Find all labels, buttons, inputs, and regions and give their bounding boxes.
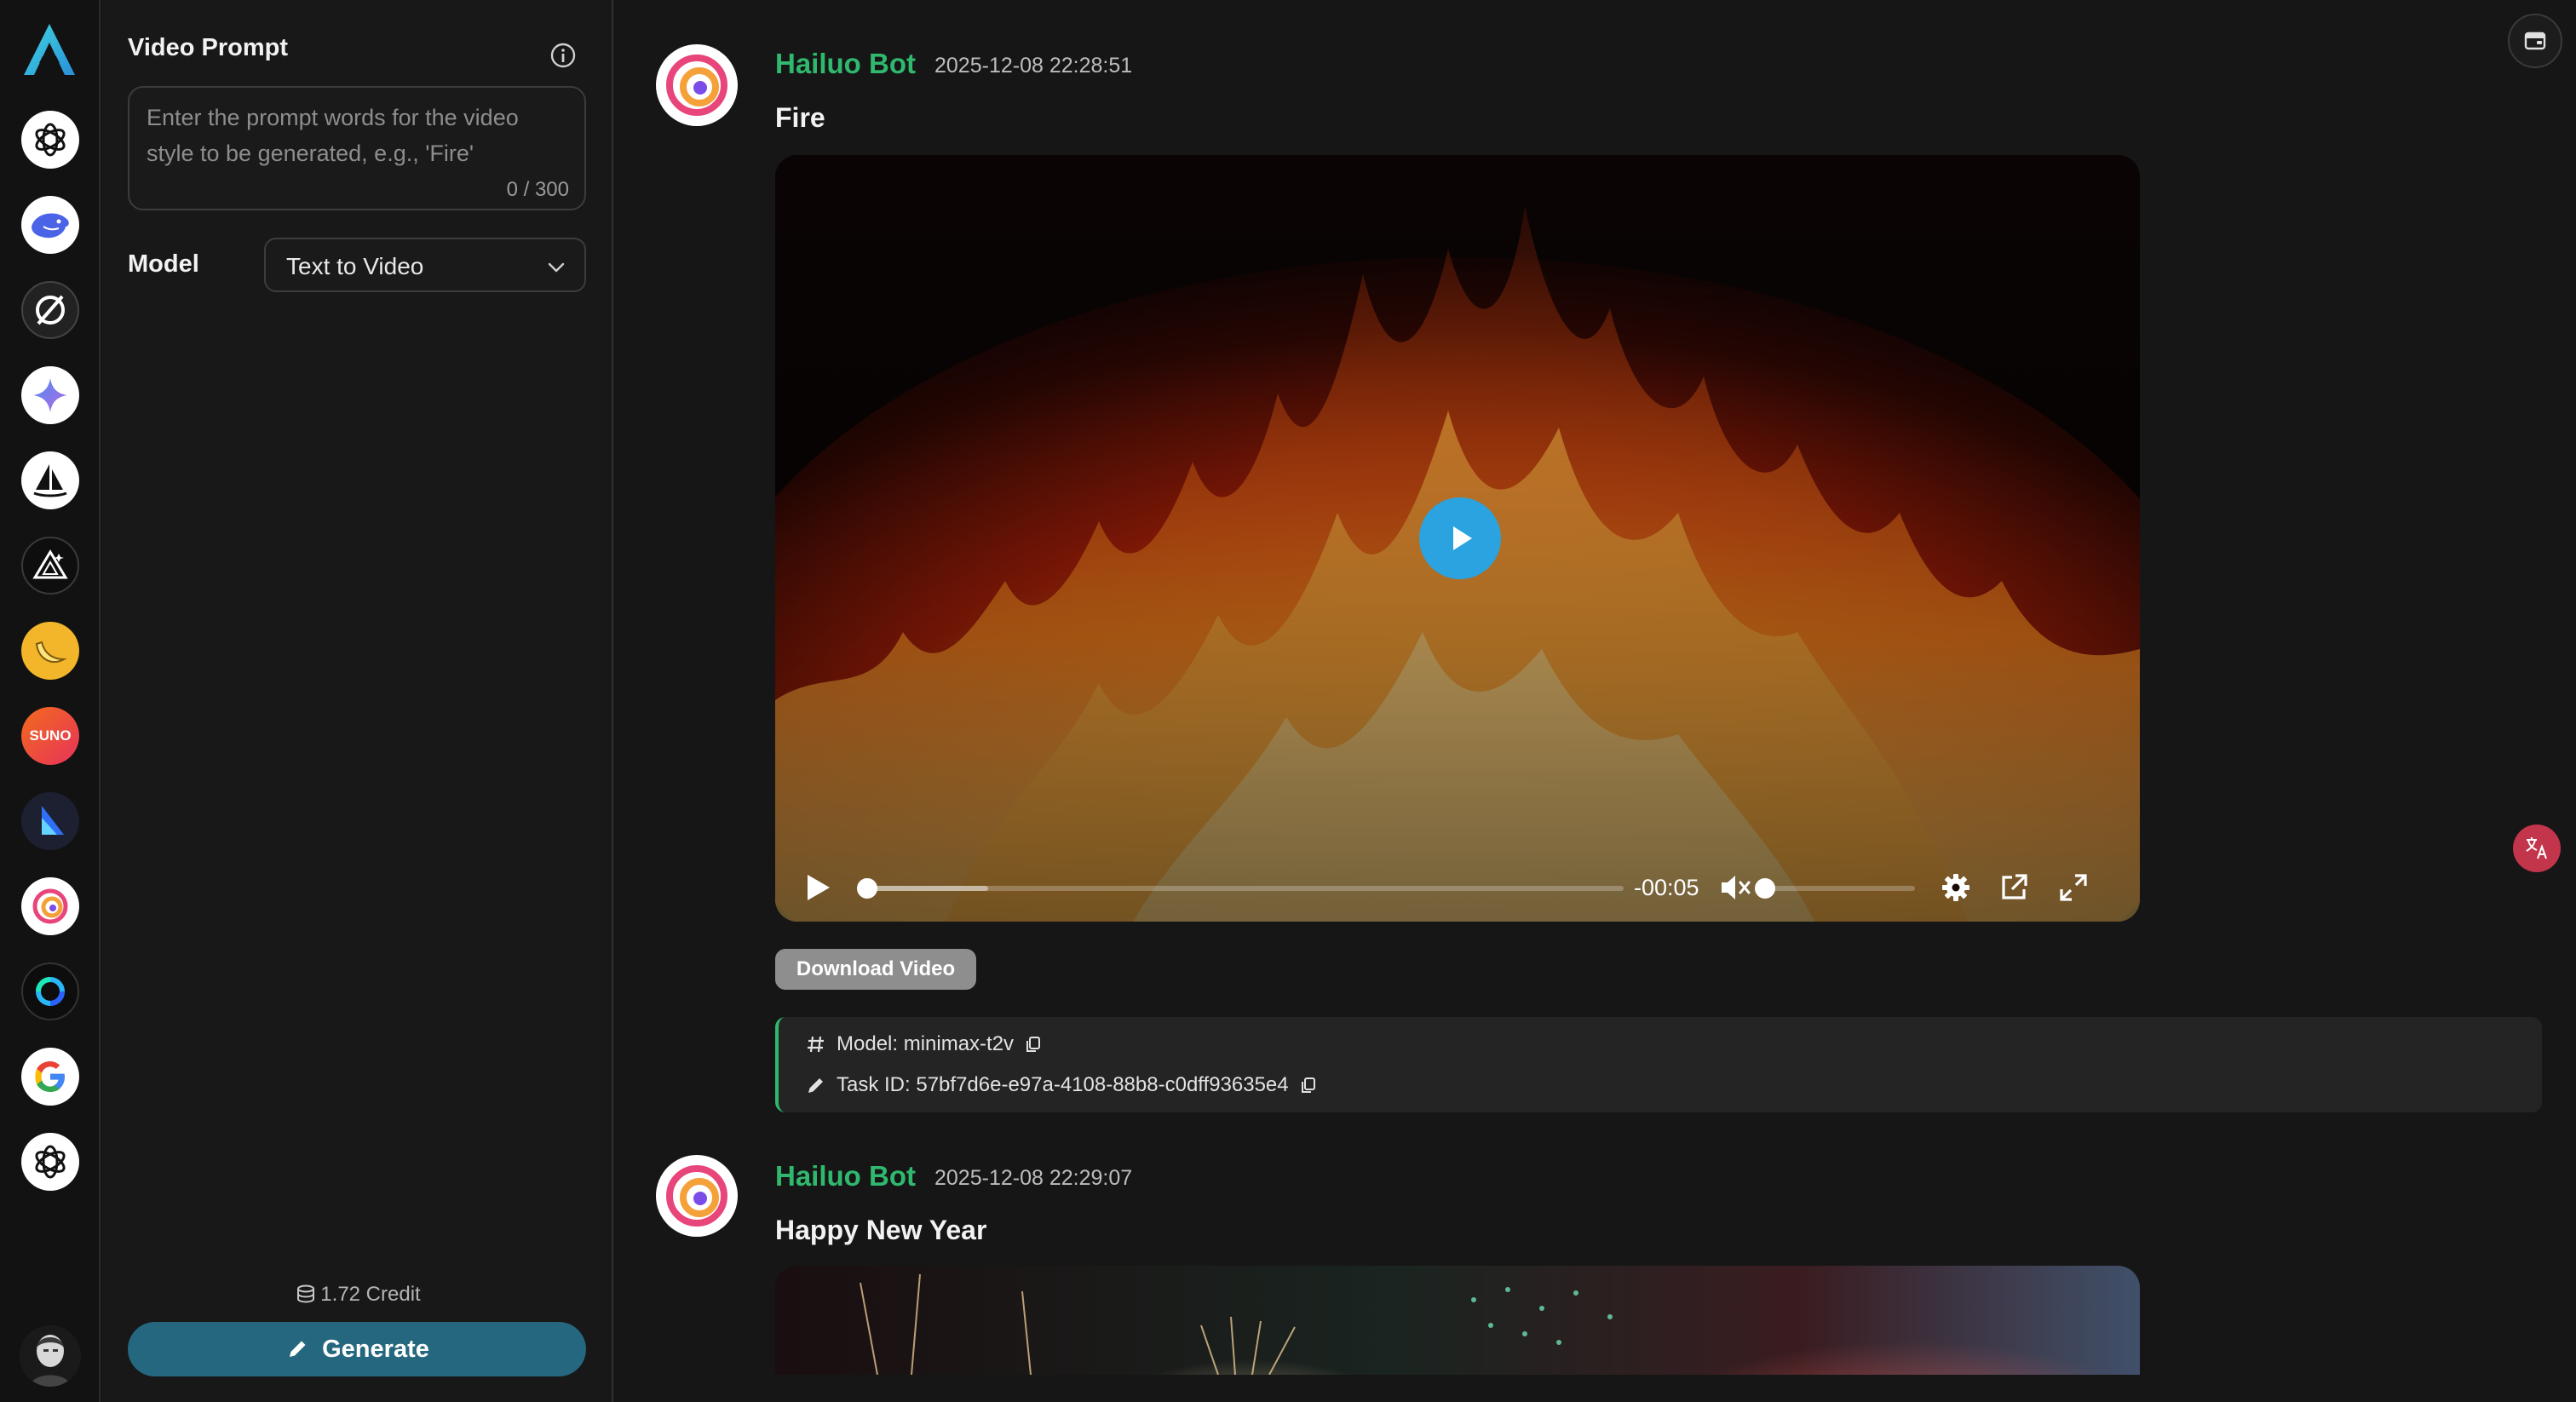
hailuo-swirl-icon <box>32 888 68 924</box>
download-video-button[interactable]: Download Video <box>775 949 976 990</box>
sparkle-icon <box>33 378 67 412</box>
sidebar-item-suno[interactable]: SUNO <box>21 707 79 765</box>
task-id-text: Task ID: 57bf7d6e-e97a-4108-88b8-c0dff93… <box>837 1073 1289 1096</box>
sidebar-item-luma[interactable] <box>21 792 79 850</box>
sidebar-item-openai[interactable] <box>21 1133 79 1191</box>
generate-button-label: Generate <box>322 1335 429 1363</box>
hailuo-swirl-icon <box>666 55 727 116</box>
sidebar-item-kling[interactable] <box>21 962 79 1020</box>
openai-icon <box>35 1145 66 1179</box>
sidebar-item-perplexity[interactable] <box>21 281 79 339</box>
ring-icon <box>36 977 65 1006</box>
user-portrait-icon <box>20 1325 81 1387</box>
openai-icon <box>35 123 66 157</box>
sidebar-item-nano-banana[interactable] <box>21 622 79 680</box>
translate-icon <box>2526 837 2547 859</box>
sidebar-item-chatgpt[interactable] <box>21 111 79 169</box>
message-timestamp: 2025-12-08 22:28:51 <box>934 54 1133 78</box>
prompt-box: 0 / 300 <box>128 86 586 210</box>
pencil-icon <box>290 1341 306 1357</box>
fullscreen-icon[interactable] <box>2058 872 2089 903</box>
panel-title: Video Prompt <box>128 34 288 61</box>
bot-avatar <box>656 1155 738 1237</box>
video-settings-panel: Video Prompt 0 / 300 Model Text to Video… <box>102 0 613 1402</box>
credit-balance: 1.72 Credit <box>102 1283 613 1307</box>
play-icon[interactable] <box>802 872 833 903</box>
google-g-icon <box>35 1061 65 1092</box>
bot-name: Hailuo Bot <box>775 1160 916 1192</box>
mute-icon[interactable] <box>1719 872 1753 903</box>
model-info-line: Model: minimax-t2v <box>806 1032 1043 1056</box>
message-title: Happy New Year <box>775 1215 987 1245</box>
app-sidebar: SUNO <box>0 0 101 1402</box>
luma-icon <box>42 806 64 835</box>
bot-name: Hailuo Bot <box>775 48 916 79</box>
prompt-input[interactable] <box>147 100 569 173</box>
sidebar-item-google[interactable] <box>21 1048 79 1106</box>
hash-icon <box>808 1036 824 1053</box>
suno-icon: SUNO <box>29 727 72 744</box>
message-title: Fire <box>775 102 825 133</box>
bot-avatar <box>656 44 738 126</box>
pencil-icon <box>808 1078 823 1093</box>
sidebar-item-deepseek[interactable] <box>21 196 79 254</box>
time-remaining: -00:05 <box>1634 875 1699 900</box>
sidebar-item-midjourney[interactable] <box>21 451 79 509</box>
video-player[interactable]: -00:05 <box>775 155 2140 922</box>
banana-icon <box>35 641 67 664</box>
app-root: SUNO Video Prompt Enter the prompt words… <box>0 0 2576 1402</box>
credit-text: 1.72 Credit <box>320 1283 421 1306</box>
sidebar-item-hailuo[interactable] <box>21 877 79 935</box>
slashed-circle-icon <box>36 295 65 325</box>
chevron-down-icon <box>548 262 565 273</box>
volume-slider[interactable] <box>1765 886 1915 891</box>
popout-icon[interactable] <box>1998 872 2029 903</box>
info-icon[interactable] <box>549 41 578 70</box>
video-controls: -00:05 <box>775 853 2140 922</box>
model-label: Model <box>128 250 199 278</box>
video-frame-fireworks <box>775 1266 2140 1375</box>
wallet-icon <box>2524 32 2546 50</box>
sidebar-item-stable-diffusion[interactable] <box>21 537 79 595</box>
model-info-text: Model: minimax-t2v <box>837 1032 1015 1055</box>
translate-button[interactable] <box>2513 825 2561 872</box>
hailuo-swirl-icon <box>666 1165 727 1227</box>
progress-thumb[interactable] <box>857 878 877 899</box>
wallet-button[interactable] <box>2508 14 2562 68</box>
message-timestamp: 2025-12-08 22:29:07 <box>934 1166 1133 1190</box>
generate-button[interactable]: Generate <box>128 1322 586 1376</box>
sailboat-icon <box>33 464 67 497</box>
whale-icon <box>32 213 69 238</box>
prompt-char-counter: 0 / 300 <box>506 178 569 201</box>
copy-icon[interactable] <box>1024 1035 1043 1054</box>
video-player[interactable] <box>775 1266 2140 1375</box>
app-logo-icon[interactable] <box>19 20 80 82</box>
progress-bar[interactable] <box>860 886 1624 891</box>
chat-area: Hailuo Bot 2025-12-08 22:28:51 Fire -00:… <box>615 0 2576 1402</box>
model-select-value: Text to Video <box>286 253 424 279</box>
gear-icon[interactable] <box>1941 872 1971 903</box>
task-id-line: Task ID: 57bf7d6e-e97a-4108-88b8-c0dff93… <box>806 1073 1318 1097</box>
coins-icon <box>297 1284 315 1303</box>
play-icon <box>1453 526 1472 550</box>
task-info-box: Model: minimax-t2v Task ID: 57bf7d6e-e97… <box>775 1017 2542 1112</box>
progress-buffered <box>860 886 988 891</box>
sidebar-item-gemini[interactable] <box>21 366 79 424</box>
play-overlay-button[interactable] <box>1419 497 1501 579</box>
triangle-icon <box>32 549 68 579</box>
volume-thumb[interactable] <box>1755 878 1775 899</box>
user-avatar[interactable] <box>20 1325 81 1387</box>
copy-icon[interactable] <box>1299 1076 1318 1095</box>
model-select[interactable]: Text to Video <box>264 238 586 292</box>
